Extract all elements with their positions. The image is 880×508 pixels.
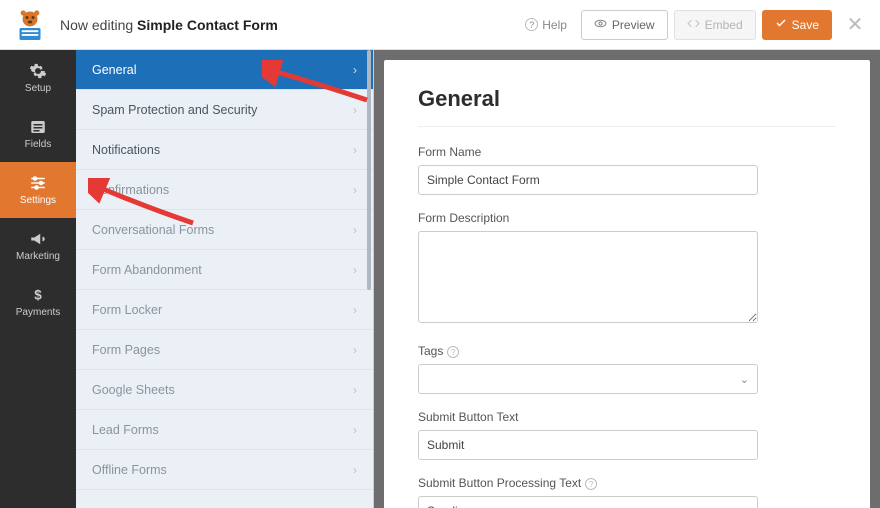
top-bar: Now editing Simple Contact Form ? Help P… [0, 0, 880, 50]
preview-button[interactable]: Preview [581, 10, 668, 40]
chevron-right-icon: › [353, 143, 357, 157]
submit-processing-label: Submit Button Processing Text? [418, 476, 836, 490]
close-button[interactable]: ✕ [840, 12, 870, 37]
submit-text-input[interactable] [418, 430, 758, 460]
submenu-scrollbar[interactable] [367, 50, 371, 508]
megaphone-icon [29, 230, 47, 248]
chevron-right-icon: › [353, 263, 357, 277]
chevron-right-icon: › [353, 423, 357, 437]
eye-icon [594, 17, 607, 33]
nav-label: Payments [16, 307, 60, 318]
chevron-right-icon: › [353, 343, 357, 357]
left-nav: Setup Fields Settings Marketing $ Paymen… [0, 50, 76, 508]
divider [418, 126, 836, 127]
nav-label: Marketing [16, 251, 60, 262]
app-body: Setup Fields Settings Marketing $ Paymen… [0, 50, 880, 508]
close-icon: ✕ [847, 14, 864, 36]
chevron-right-icon: › [353, 463, 357, 477]
help-icon[interactable]: ? [447, 346, 459, 358]
chevron-right-icon: › [353, 303, 357, 317]
list-icon [29, 118, 47, 136]
form-description-label: Form Description [418, 211, 836, 225]
chevron-right-icon: › [353, 183, 357, 197]
submenu-item-locker[interactable]: Form Locker› [76, 290, 373, 330]
nav-label: Fields [25, 139, 52, 150]
nav-item-settings[interactable]: Settings [0, 162, 76, 218]
submenu-item-confirmations[interactable]: Confirmations› [76, 170, 373, 210]
settings-submenu: General› Spam Protection and Security› N… [76, 50, 374, 508]
nav-item-marketing[interactable]: Marketing [0, 218, 76, 274]
check-icon [775, 17, 787, 32]
submenu-item-abandonment[interactable]: Form Abandonment› [76, 250, 373, 290]
tags-select[interactable]: ⌄ [418, 364, 758, 394]
tags-label: Tags? [418, 344, 836, 358]
dollar-icon: $ [29, 286, 47, 304]
chevron-right-icon: › [353, 223, 357, 237]
help-icon: ? [525, 18, 538, 31]
nav-label: Settings [20, 195, 56, 206]
chevron-down-icon: ⌄ [740, 373, 749, 386]
submenu-item-notifications[interactable]: Notifications› [76, 130, 373, 170]
form-description-input[interactable] [418, 231, 758, 323]
submenu-item-conversational[interactable]: Conversational Forms› [76, 210, 373, 250]
form-name-label: Form Name [418, 145, 836, 159]
nav-item-payments[interactable]: $ Payments [0, 274, 76, 330]
form-name-input[interactable] [418, 165, 758, 195]
embed-button[interactable]: Embed [674, 10, 756, 40]
code-icon [687, 17, 700, 33]
save-button[interactable]: Save [762, 10, 832, 40]
submenu-item-lead-forms[interactable]: Lead Forms› [76, 410, 373, 450]
submenu-item-google-sheets[interactable]: Google Sheets› [76, 370, 373, 410]
chevron-right-icon: › [353, 63, 357, 77]
page-title: Now editing Simple Contact Form [60, 17, 525, 33]
app-logo [10, 5, 50, 45]
help-icon[interactable]: ? [585, 478, 597, 490]
submit-processing-input[interactable] [418, 496, 758, 508]
settings-form: General Form Name Form Description Tags?… [384, 60, 870, 508]
chevron-right-icon: › [353, 103, 357, 117]
submenu-item-spam[interactable]: Spam Protection and Security› [76, 90, 373, 130]
main-area: General Form Name Form Description Tags?… [374, 50, 880, 508]
nav-item-fields[interactable]: Fields [0, 106, 76, 162]
gear-icon [29, 62, 47, 80]
help-link[interactable]: ? Help [525, 18, 567, 32]
submenu-item-general[interactable]: General› [76, 50, 373, 90]
submenu-item-offline-forms[interactable]: Offline Forms› [76, 450, 373, 490]
nav-item-setup[interactable]: Setup [0, 50, 76, 106]
submit-text-label: Submit Button Text [418, 410, 836, 424]
nav-label: Setup [25, 83, 51, 94]
submenu-item-pages[interactable]: Form Pages› [76, 330, 373, 370]
panel-heading: General [418, 86, 836, 112]
sliders-icon [29, 174, 47, 192]
svg-text:$: $ [34, 288, 42, 303]
chevron-right-icon: › [353, 383, 357, 397]
